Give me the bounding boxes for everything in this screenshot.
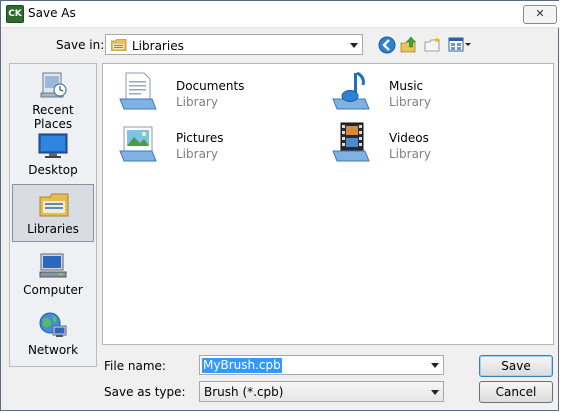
place-label: Libraries xyxy=(27,222,79,236)
file-list[interactable]: Documents Library Music Library Pictures xyxy=(102,63,554,345)
library-name: Documents xyxy=(176,79,245,93)
save-as-type-value: Brush (*.cpb) xyxy=(204,385,284,399)
music-library-icon xyxy=(332,71,370,110)
library-name: Music xyxy=(389,79,424,93)
place-network[interactable]: Network xyxy=(12,306,94,362)
back-icon[interactable] xyxy=(378,36,396,54)
save-button[interactable]: Save xyxy=(479,355,553,377)
library-type: Library xyxy=(389,95,431,109)
library-type: Library xyxy=(176,95,218,109)
place-computer[interactable]: Computer xyxy=(12,246,94,302)
save-as-dialog: CK Save As ✕ Save in: Libraries Recent P… xyxy=(0,0,560,411)
place-label: Network xyxy=(27,343,79,357)
list-item-music[interactable]: Music Library xyxy=(331,69,531,113)
save-in-label: Save in: xyxy=(56,38,105,52)
list-item-pictures[interactable]: Pictures Library xyxy=(118,121,318,165)
file-name-value: MyBrush.cpb xyxy=(202,358,282,373)
place-recent-places[interactable]: Recent Places xyxy=(12,66,94,131)
save-in-value: Libraries xyxy=(132,39,184,53)
save-as-type-dropdown[interactable]: Brush (*.cpb) xyxy=(199,381,444,402)
new-folder-icon[interactable] xyxy=(424,36,442,54)
chevron-down-icon xyxy=(431,389,439,395)
place-desktop[interactable]: Desktop xyxy=(12,126,94,182)
library-name: Videos xyxy=(389,131,429,145)
file-name-label: File name: xyxy=(104,359,166,373)
libraries-folder-icon xyxy=(111,39,127,51)
pictures-library-icon xyxy=(119,126,157,162)
library-name: Pictures xyxy=(176,131,224,145)
place-libraries[interactable]: Libraries xyxy=(12,184,94,242)
chevron-down-icon xyxy=(350,42,358,48)
place-label: Computer xyxy=(23,283,83,297)
library-type: Library xyxy=(389,147,431,161)
view-menu-icon[interactable] xyxy=(448,36,472,54)
recent-places-icon xyxy=(40,72,67,98)
computer-icon xyxy=(39,253,67,278)
close-icon: ✕ xyxy=(535,7,545,20)
library-type: Library xyxy=(176,147,218,161)
close-button[interactable]: ✕ xyxy=(523,5,557,24)
desktop-icon xyxy=(38,133,68,158)
window-title: Save As xyxy=(28,6,76,20)
app-icon: CK xyxy=(6,5,24,23)
save-as-type-label: Save as type: xyxy=(104,385,186,399)
videos-library-icon xyxy=(332,122,370,162)
place-label: Desktop xyxy=(28,163,78,177)
file-name-input[interactable]: MyBrush.cpb xyxy=(199,355,444,375)
cancel-button[interactable]: Cancel xyxy=(479,381,553,403)
places-bar: Recent Places Desktop Libraries Computer… xyxy=(9,63,97,367)
list-item-videos[interactable]: Videos Library xyxy=(331,121,531,165)
documents-library-icon xyxy=(119,72,157,110)
list-item-documents[interactable]: Documents Library xyxy=(118,69,318,113)
network-icon xyxy=(39,312,67,337)
up-folder-icon[interactable] xyxy=(400,36,418,54)
save-in-dropdown[interactable]: Libraries xyxy=(105,34,363,55)
title-bar[interactable]: CK Save As ✕ xyxy=(1,1,560,28)
chevron-down-icon[interactable] xyxy=(431,363,439,368)
libraries-icon xyxy=(39,193,69,217)
